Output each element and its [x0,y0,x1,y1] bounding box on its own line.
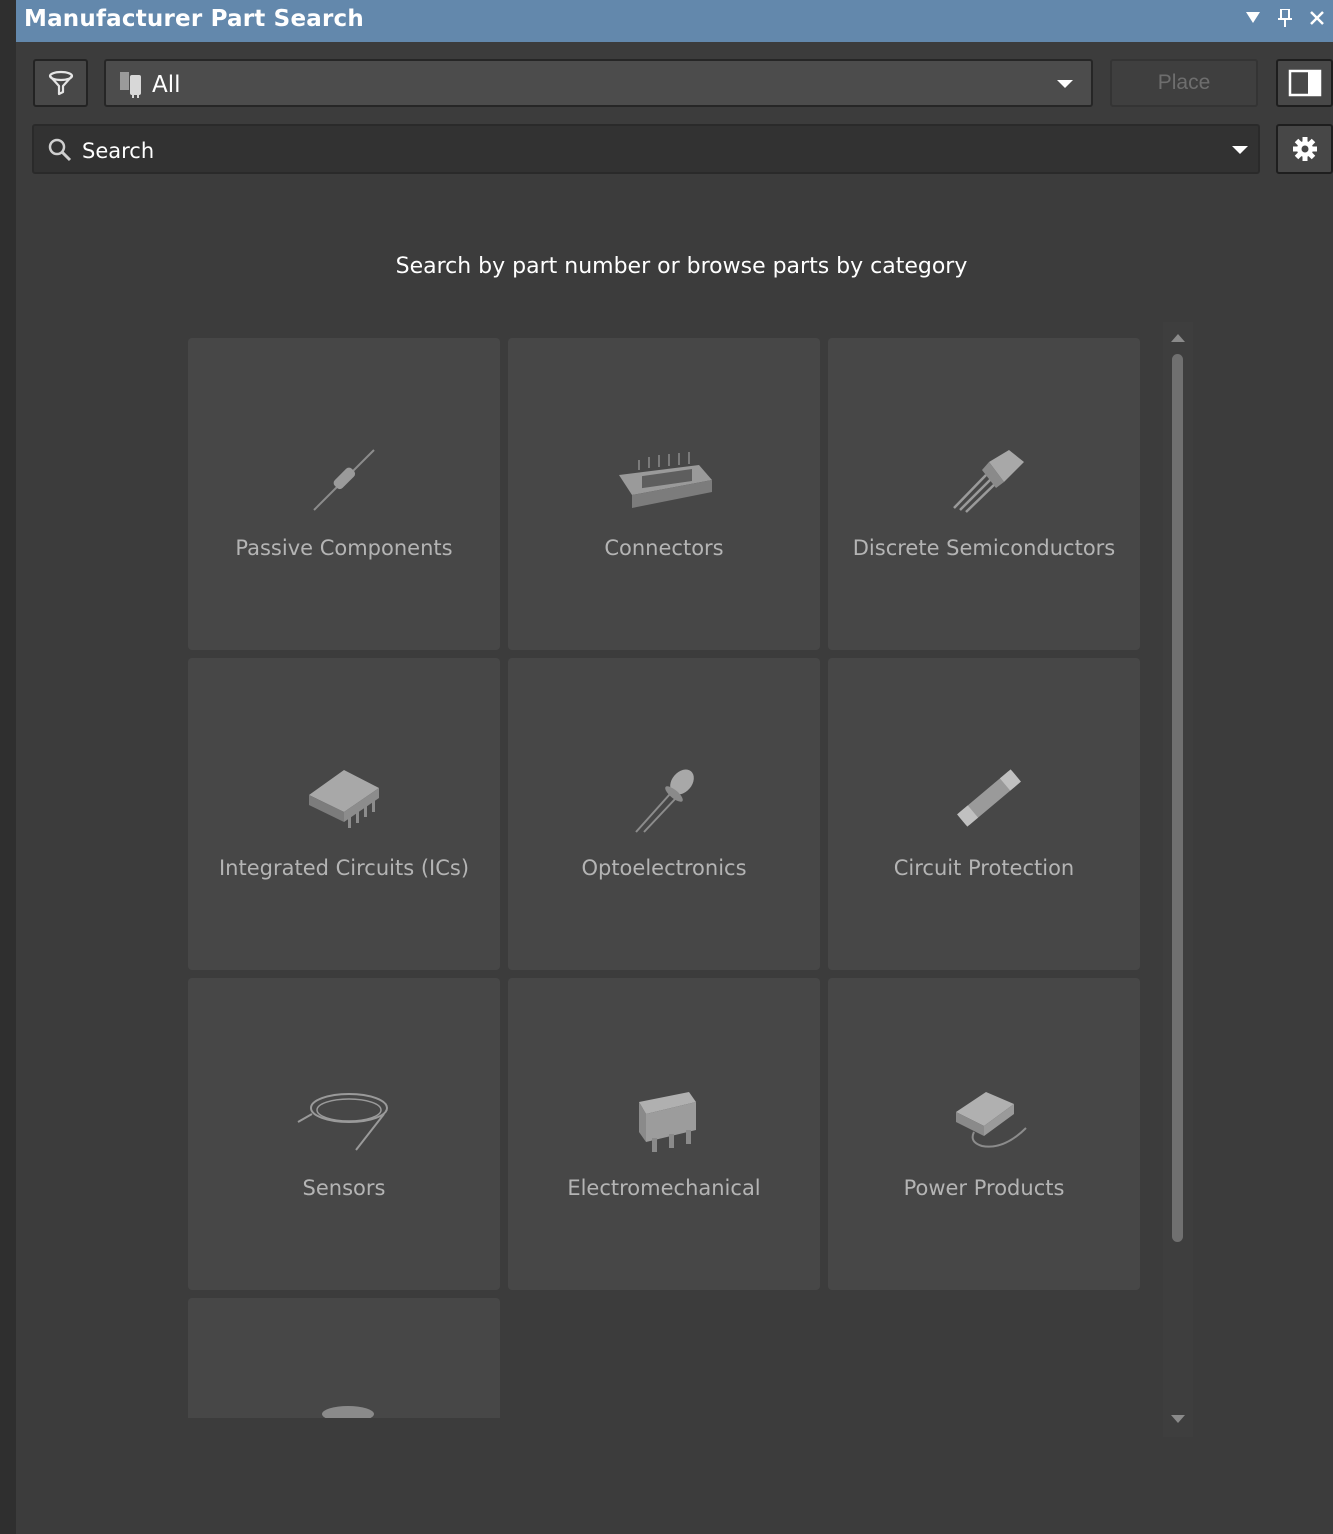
chevron-down-icon [1057,80,1073,88]
category-label: Discrete Semiconductors [852,536,1116,560]
panel-layout-icon [1288,69,1321,97]
place-button[interactable]: Place [1110,59,1258,107]
category-tile-electromechanical[interactable]: Electromechanical [508,978,820,1290]
category-label: Connectors [604,536,724,560]
search-icon [48,138,72,167]
category-label: Circuit Protection [893,856,1075,880]
panel-titlebar: Manufacturer Part Search [16,0,1333,42]
resistor-icon [313,449,375,511]
category-tile-connectors[interactable]: Connectors [508,338,820,650]
pin-icon[interactable] [1269,0,1301,36]
more-category-icon [322,1406,374,1418]
left-panel-edge [0,0,16,1534]
search-placeholder: Search [82,139,155,163]
close-icon[interactable] [1301,0,1333,36]
category-tile-discrete-semiconductors[interactable]: Discrete Semiconductors [828,338,1140,650]
ic-chip-icon [309,770,379,828]
category-label: Electromechanical [567,1176,761,1200]
scrollbar-thumb[interactable] [1172,354,1183,1242]
category-tile-more[interactable] [188,1298,500,1418]
search-input[interactable]: Search [32,124,1260,174]
panel-title: Manufacturer Part Search [24,6,364,32]
toggle-panel-button[interactable] [1276,59,1333,107]
source-select[interactable]: All [104,59,1093,107]
led-icon [635,769,694,833]
category-label: Integrated Circuits (ICs) [218,856,470,880]
scroll-up-arrow[interactable] [1171,334,1185,342]
fuse-icon [957,769,1021,827]
filter-icon [48,70,73,96]
scroll-down-arrow[interactable] [1171,1415,1185,1423]
category-tile-circuit-protection[interactable]: Circuit Protection [828,658,1140,970]
category-tile-integrated-circuits[interactable]: Integrated Circuits (ICs) [188,658,500,970]
category-label: Passive Components [235,536,453,560]
components-icon [118,70,146,103]
category-tile-power-products[interactable]: Power Products [828,978,1140,1290]
browse-hint: Search by part number or browse parts by… [395,254,968,279]
power-adapter-icon [956,1092,1027,1148]
category-tile-optoelectronics[interactable]: Optoelectronics [508,658,820,970]
category-label: Optoelectronics [581,856,747,880]
dropdown-arrow-icon[interactable] [1237,0,1269,36]
gear-icon [1292,137,1317,161]
category-label: Sensors [302,1176,386,1200]
category-label: Power Products [903,1176,1065,1200]
sensor-wire-icon [297,1093,388,1151]
connector-icon [619,452,712,508]
category-tile-sensors[interactable]: Sensors [188,978,500,1290]
switch-icon [639,1092,696,1152]
category-tile-passive-components[interactable]: Passive Components [188,338,500,650]
filter-button[interactable] [33,59,88,107]
settings-button[interactable] [1276,124,1333,174]
search-history-dropdown[interactable] [1232,146,1248,154]
source-value: All [152,72,181,98]
category-grid: Passive Components Connectors Discrete S… [188,338,1141,1418]
transistor-icon [953,450,1024,513]
